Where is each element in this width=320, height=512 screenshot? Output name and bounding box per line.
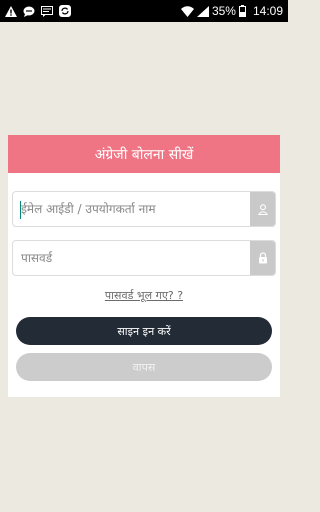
lock-icon xyxy=(250,241,275,275)
signin-button-label: साइन इन करें xyxy=(117,324,171,338)
chat-bubble-icon xyxy=(23,6,35,17)
forgot-password-link[interactable]: पासवर्ड भूल गए? ? xyxy=(8,288,280,303)
login-card: अंग्रेजी बोलना सीखें पासवर्ड भूल गए? ? स… xyxy=(8,135,280,397)
user-icon xyxy=(250,192,275,226)
back-button-label: वापस xyxy=(132,360,156,374)
login-title: अंग्रेजी बोलना सीखें xyxy=(94,146,194,163)
warning-icon xyxy=(5,5,17,17)
message-icon xyxy=(41,5,53,17)
status-bar-system: 35% 14:09 xyxy=(180,0,283,22)
battery-percentage: 35% xyxy=(211,4,236,18)
status-bar: 35% 14:09 xyxy=(0,0,288,22)
back-button[interactable]: वापस xyxy=(16,353,272,381)
sync-icon xyxy=(59,5,71,17)
status-bar-notifications xyxy=(5,5,71,17)
battery-icon xyxy=(238,5,246,17)
email-field[interactable] xyxy=(12,191,276,227)
wifi-icon xyxy=(180,5,194,17)
text-caret xyxy=(20,201,21,219)
signin-button[interactable]: साइन इन करें xyxy=(16,317,272,345)
signal-icon xyxy=(196,5,209,17)
email-input[interactable] xyxy=(13,192,250,226)
password-input[interactable] xyxy=(13,241,250,275)
login-header: अंग्रेजी बोलना सीखें xyxy=(8,135,280,173)
clock: 14:09 xyxy=(252,4,283,18)
password-field[interactable] xyxy=(12,240,276,276)
